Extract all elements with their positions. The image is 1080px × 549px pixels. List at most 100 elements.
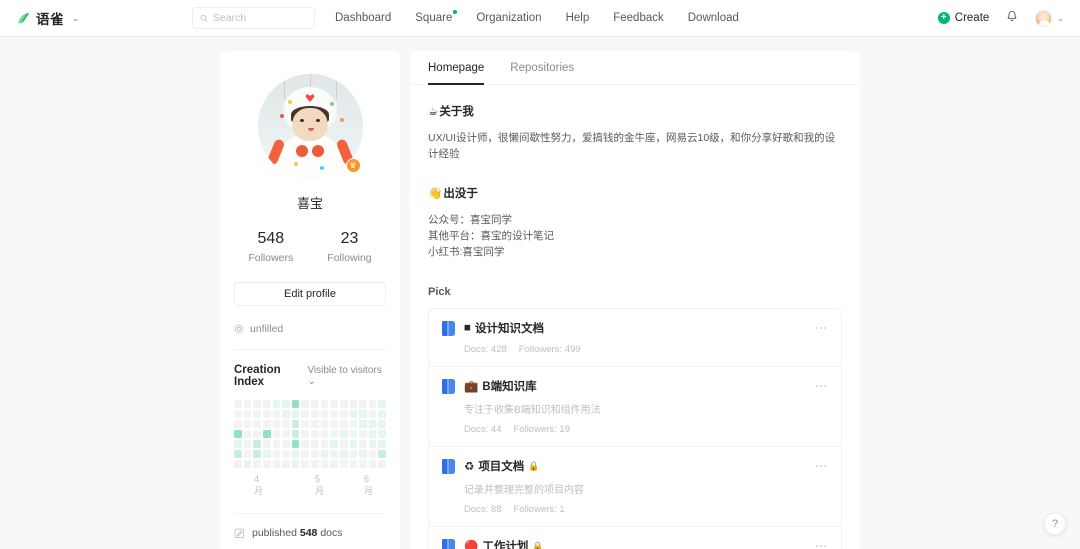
heatmap-cell[interactable] [253,410,261,419]
heatmap-cell[interactable] [339,460,348,469]
heatmap-cell[interactable] [234,420,242,429]
heatmap-cell[interactable] [243,460,252,469]
heatmap-cell[interactable] [359,460,367,469]
heatmap-cell[interactable] [339,450,348,459]
heatmap-cell[interactable] [282,430,290,439]
repository-more-menu-icon[interactable]: ⋮ [814,380,828,392]
repository-more-menu-icon[interactable]: ⋮ [814,460,828,472]
heatmap-cell[interactable] [349,420,358,429]
heatmap-cell[interactable] [349,460,358,469]
heatmap-cell[interactable] [272,420,281,429]
logo[interactable]: 语雀 [16,8,64,28]
heatmap-cell[interactable] [320,410,329,419]
heatmap-cell[interactable] [282,450,290,459]
heatmap-cell[interactable] [378,400,386,409]
heatmap-cell[interactable] [339,410,348,419]
heatmap-cell[interactable] [368,440,377,449]
heatmap-cell[interactable] [311,410,319,419]
heatmap-cell[interactable] [349,430,358,439]
nav-item-organization[interactable]: Organization [476,12,541,24]
heatmap-cell[interactable] [320,440,329,449]
heatmap-cell[interactable] [378,440,386,449]
heatmap-cell[interactable] [272,450,281,459]
heatmap-cell[interactable] [349,400,358,409]
heatmap-cell[interactable] [262,400,271,409]
tab-homepage[interactable]: Homepage [428,51,485,85]
nav-item-square[interactable]: Square [415,10,458,24]
heatmap-cell[interactable] [234,400,242,409]
heatmap-cell[interactable] [330,460,338,469]
heatmap-cell[interactable] [330,410,338,419]
bell-icon[interactable] [1006,10,1018,26]
heatmap-cell[interactable] [243,440,252,449]
heatmap-cell[interactable] [301,400,309,409]
heatmap-cell[interactable] [339,430,348,439]
heatmap-cell[interactable] [359,440,367,449]
nav-item-feedback[interactable]: Feedback [613,12,664,24]
heatmap-cell[interactable] [253,460,261,469]
heatmap-cell[interactable] [311,420,319,429]
heatmap-cell[interactable] [320,400,329,409]
heatmap-cell[interactable] [359,400,367,409]
heatmap-cell[interactable] [282,400,290,409]
heatmap-cell[interactable] [349,440,358,449]
heatmap-cell[interactable] [311,450,319,459]
heatmap-cell[interactable] [378,420,386,429]
heatmap-cell[interactable] [330,440,338,449]
heatmap-cell[interactable] [320,460,329,469]
search-box[interactable] [192,7,315,29]
following-stat[interactable]: 23 Following [327,230,371,264]
heatmap-cell[interactable] [262,410,271,419]
profile-avatar-wrap[interactable]: ♛ [257,74,363,179]
user-menu[interactable]: ⌄ [1035,9,1064,27]
heatmap-cell[interactable] [301,410,309,419]
heatmap-cell[interactable] [359,410,367,419]
nav-item-dashboard[interactable]: Dashboard [335,12,391,24]
heatmap-cell[interactable] [349,450,358,459]
heatmap-cell[interactable] [272,460,281,469]
repository-more-menu-icon[interactable]: ⋮ [814,322,828,334]
heatmap-cell[interactable] [320,430,329,439]
heatmap-cell[interactable] [339,440,348,449]
heatmap-cell[interactable] [359,420,367,429]
heatmap-cell[interactable] [291,440,300,449]
heatmap-cell[interactable] [243,400,252,409]
heatmap-cell[interactable] [262,420,271,429]
heatmap-cell[interactable] [359,450,367,459]
heatmap-cell[interactable] [301,420,309,429]
heatmap-cell[interactable] [291,410,300,419]
heatmap-cell[interactable] [330,430,338,439]
followers-stat[interactable]: 548 Followers [248,230,293,264]
repository-item[interactable]: 💼 B端知识库 专注于收集B端知识和组件用法 Docs: 44 Followers: 1… [428,367,842,448]
tab-repositories[interactable]: Repositories [510,51,574,85]
heatmap-cell[interactable] [234,450,242,459]
heatmap-cell[interactable] [282,440,290,449]
heatmap-cell[interactable] [359,430,367,439]
heatmap-cell[interactable] [262,460,271,469]
heatmap-cell[interactable] [272,430,281,439]
heatmap-cell[interactable] [311,440,319,449]
heatmap-cell[interactable] [282,420,290,429]
heatmap-cell[interactable] [311,430,319,439]
heatmap-cell[interactable] [311,400,319,409]
heatmap-cell[interactable] [378,410,386,419]
heatmap-cell[interactable] [301,460,309,469]
heatmap-cell[interactable] [253,450,261,459]
search-input[interactable] [212,12,307,24]
heatmap-cell[interactable] [330,400,338,409]
heatmap-cell[interactable] [339,420,348,429]
heatmap-cell[interactable] [234,410,242,419]
heatmap-cell[interactable] [234,440,242,449]
logo-chevron-down-icon[interactable]: ⌄ [72,13,80,24]
heatmap-cell[interactable] [368,430,377,439]
heatmap-cell[interactable] [234,430,242,439]
creation-index-visibility-select[interactable]: Visible to visitors ⌄ [307,365,386,387]
heatmap-cell[interactable] [291,400,300,409]
heatmap-cell[interactable] [253,420,261,429]
heatmap-cell[interactable] [368,420,377,429]
heatmap-cell[interactable] [253,430,261,439]
heatmap-cell[interactable] [262,430,271,439]
heatmap-cell[interactable] [330,450,338,459]
nav-item-download[interactable]: Download [688,12,739,24]
heatmap-cell[interactable] [243,430,252,439]
